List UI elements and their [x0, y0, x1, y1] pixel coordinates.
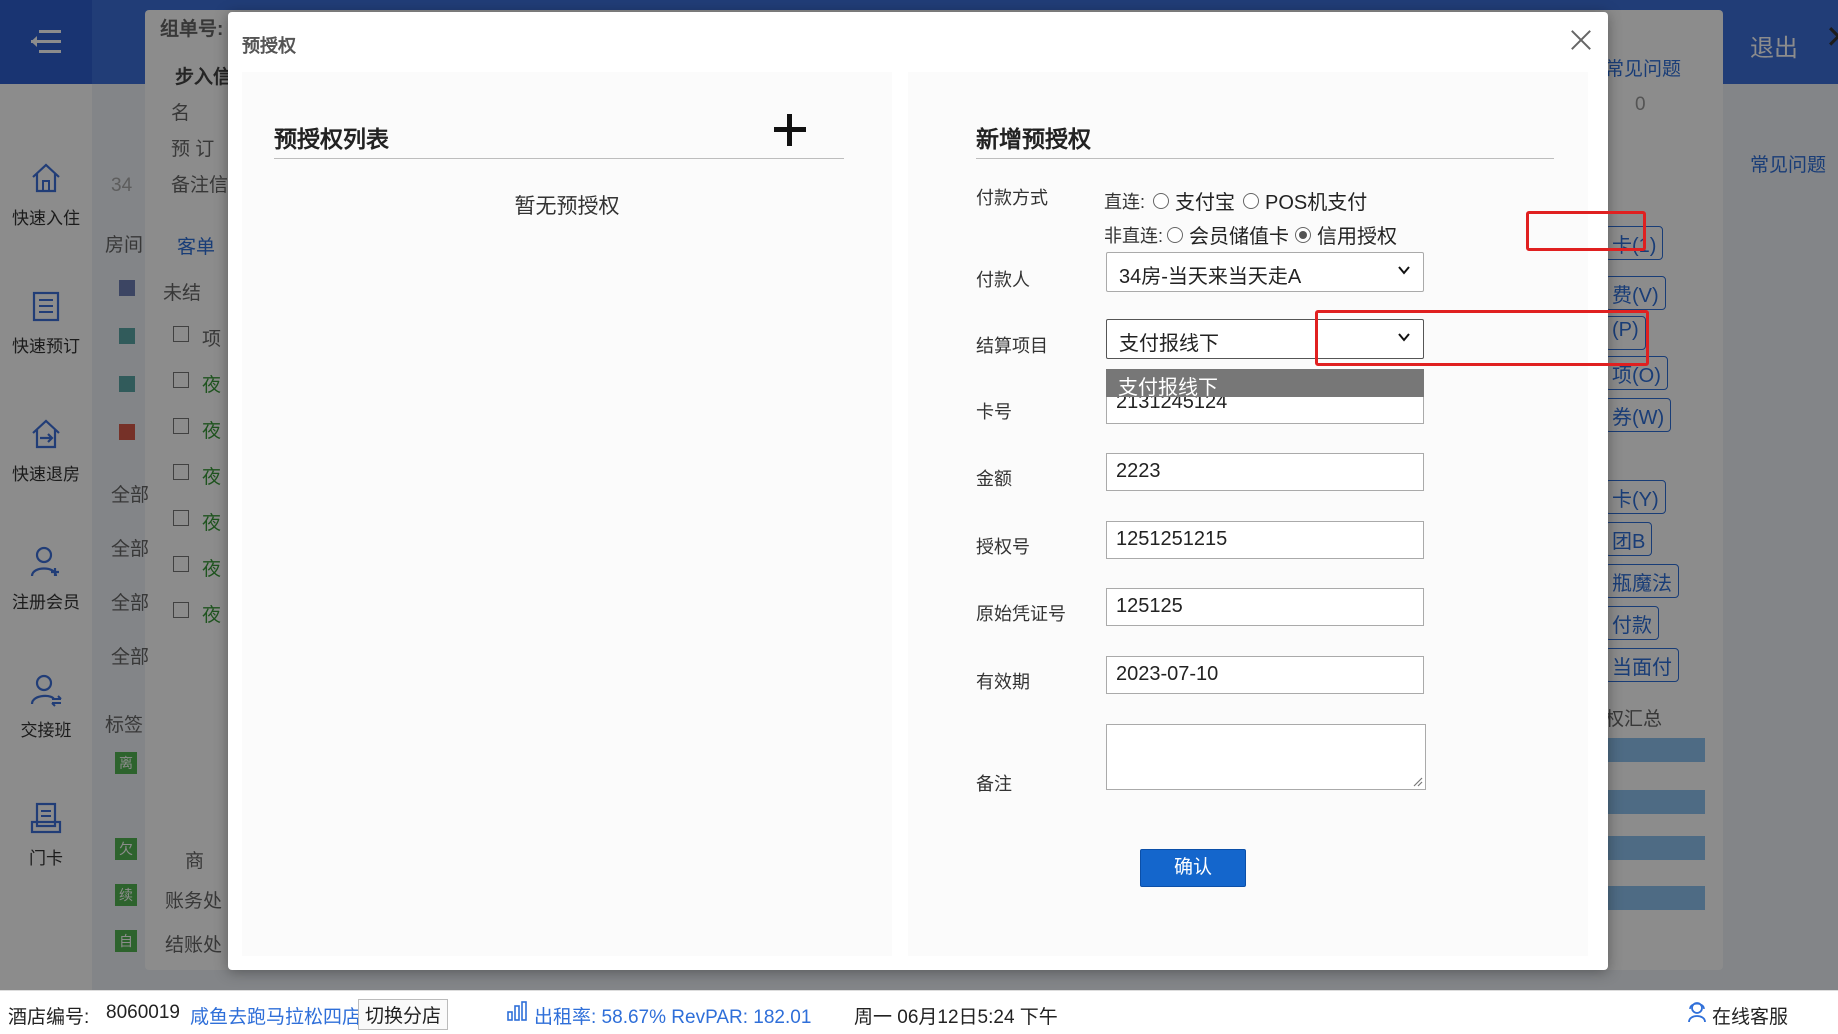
direct-prefix: 直连:	[1104, 191, 1146, 212]
direct-payment-options: 直连: 支付宝 POS机支付	[1104, 186, 1375, 215]
pre-authorization-dialog: 预授权 预授权列表 暂无预授权 新增预授权 付款方式 直连: 支付宝 POS机支…	[228, 12, 1649, 970]
dialog-title: 预授权	[242, 36, 296, 56]
radio-credit-auth[interactable]: 信用授权	[1295, 220, 1397, 249]
voucher-number-input[interactable]: 125125	[1106, 588, 1424, 626]
card-number-label: 卡号	[976, 402, 1012, 422]
add-icon[interactable]	[770, 110, 810, 150]
radio-label: 支付宝	[1175, 192, 1236, 214]
occupancy-stats: 出租率: 58.67% RevPAR: 182.01	[534, 1007, 812, 1028]
empty-state-text: 暂无预授权	[514, 195, 620, 218]
dropdown-option-settle[interactable]: 支付报线下	[1106, 369, 1424, 399]
highlight-box-credit-auth	[1526, 211, 1646, 251]
hotel-number: 8060019	[106, 1002, 180, 1023]
bar-chart-icon	[507, 1001, 527, 1021]
customer-service-icon	[1688, 1002, 1706, 1023]
divider	[976, 158, 1554, 159]
payer-label: 付款人	[976, 270, 1030, 290]
radio-pos[interactable]: POS机支付	[1243, 186, 1367, 215]
radio-label: 信用授权	[1317, 226, 1398, 248]
form-title: 新增预授权	[976, 126, 1091, 152]
payer-select[interactable]: 34房-当天来当天走A	[1106, 252, 1424, 292]
radio-alipay[interactable]: 支付宝	[1153, 186, 1235, 215]
pre-auth-list-panel: 预授权列表 暂无预授权	[242, 72, 892, 956]
voucher-number-label: 原始凭证号	[976, 604, 1066, 624]
list-title: 预授权列表	[274, 126, 389, 152]
highlight-box-settle-item	[1315, 310, 1649, 366]
switch-branch-button[interactable]: 切换分店	[358, 999, 449, 1030]
auth-number-label: 授权号	[976, 537, 1030, 557]
status-bar: 酒店编号: 8060019 咸鱼去跑马拉松四店 切换分店 出租率: 58.67%…	[0, 990, 1838, 1034]
online-service-link[interactable]: 在线客服	[1712, 1002, 1788, 1029]
radio-member-card[interactable]: 会员储值卡	[1167, 220, 1289, 249]
auth-number-input[interactable]: 1251251215	[1106, 521, 1424, 559]
amount-input[interactable]: 2223	[1106, 453, 1424, 491]
indirect-payment-options: 非直连: 会员储值卡 信用授权	[1104, 220, 1405, 249]
radio-circle-selected[interactable]	[1295, 226, 1312, 243]
remark-label: 备注	[976, 774, 1012, 794]
hotel-number-label: 酒店编号:	[8, 1007, 90, 1028]
indirect-prefix: 非直连:	[1104, 225, 1164, 246]
expiry-label: 有效期	[976, 672, 1030, 692]
resize-handle-icon[interactable]	[1411, 775, 1423, 787]
divider	[274, 158, 844, 159]
radio-label: POS机支付	[1265, 192, 1368, 214]
new-pre-auth-form: 新增预授权 付款方式 直连: 支付宝 POS机支付 非直连: 会员储值卡 信用授…	[908, 72, 1649, 956]
remark-textarea[interactable]	[1106, 724, 1426, 790]
hotel-name: 咸鱼去跑马拉松四店	[190, 1007, 362, 1028]
radio-circle[interactable]	[1153, 192, 1170, 209]
confirm-button[interactable]: 确认	[1140, 849, 1246, 887]
close-icon[interactable]	[1564, 22, 1600, 58]
datetime: 周一 06月12日5:24 下午	[854, 1007, 1058, 1028]
radio-circle[interactable]	[1243, 192, 1260, 209]
expiry-input[interactable]: 2023-07-10	[1106, 656, 1424, 694]
amount-label: 金额	[976, 469, 1012, 489]
settle-selected-value: 支付报线下	[1119, 333, 1219, 355]
payer-selected-value: 34房-当天来当天走A	[1119, 266, 1302, 288]
radio-circle[interactable]	[1167, 226, 1184, 243]
payment-method-label: 付款方式	[976, 188, 1048, 208]
chevron-down-icon	[1398, 266, 1410, 275]
settle-item-label: 结算项目	[976, 336, 1048, 356]
radio-label: 会员储值卡	[1189, 226, 1290, 248]
